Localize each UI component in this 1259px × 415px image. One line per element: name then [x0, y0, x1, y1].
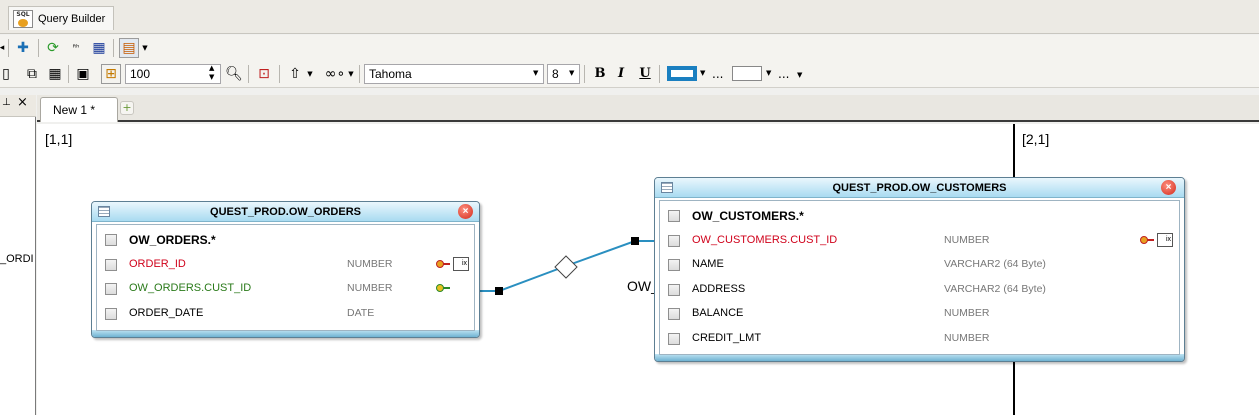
- column-name: NAME: [692, 258, 724, 270]
- table-link-icon[interactable]: ix: [453, 257, 469, 271]
- column-checkbox[interactable]: [668, 259, 680, 271]
- column-type: NUMBER: [347, 282, 393, 294]
- primary-key-icon: [1140, 236, 1154, 244]
- column-row[interactable]: OW_ORDERS.*: [97, 229, 474, 253]
- column-checkbox[interactable]: [668, 210, 680, 222]
- table-title: QUEST_PROD.OW_ORDERS: [210, 206, 361, 218]
- table-grid-icon: [98, 206, 110, 217]
- table-frame: [92, 330, 479, 337]
- column-row[interactable]: OW_CUSTOMERS.CUST_ID NUMBER ix: [660, 230, 1179, 254]
- column-name: ORDER_ID: [129, 258, 186, 270]
- column-checkbox[interactable]: [105, 259, 117, 271]
- column-type: DATE: [347, 307, 375, 319]
- column-type: VARCHAR2 (64 Byte): [944, 283, 1046, 295]
- column-type: NUMBER: [347, 258, 393, 270]
- column-checkbox[interactable]: [668, 235, 680, 247]
- column-type: NUMBER: [944, 332, 990, 344]
- table-columns: OW_ORDERS.* ORDER_ID NUMBER ix OW_ORDERS…: [96, 224, 475, 331]
- column-checkbox[interactable]: [668, 284, 680, 296]
- column-checkbox[interactable]: [668, 308, 680, 320]
- column-name: ORDER_DATE: [129, 307, 204, 319]
- join-end-marker[interactable]: [495, 287, 503, 295]
- join-diamond[interactable]: [554, 255, 578, 279]
- column-name: BALANCE: [692, 307, 744, 319]
- primary-key-icon: [436, 260, 450, 268]
- column-row[interactable]: ADDRESS VARCHAR2 (64 Byte): [660, 279, 1179, 303]
- table-box-ow-customers[interactable]: QUEST_PROD.OW_CUSTOMERS × OW_CUSTOMERS.*…: [654, 177, 1185, 362]
- column-type: NUMBER: [944, 307, 990, 319]
- column-type: NUMBER: [944, 234, 990, 246]
- column-name: OW_ORDERS.CUST_ID: [129, 282, 252, 294]
- column-name: OW_CUSTOMERS.*: [692, 209, 804, 223]
- table-grid-icon: [661, 182, 673, 193]
- column-name: OW_CUSTOMERS.CUST_ID: [692, 234, 838, 246]
- table-title: QUEST_PROD.OW_CUSTOMERS: [832, 182, 1007, 194]
- column-row[interactable]: NAME VARCHAR2 (64 Byte): [660, 254, 1179, 278]
- column-row[interactable]: ORDER_DATE DATE: [97, 303, 474, 327]
- join-end-marker[interactable]: [631, 237, 639, 245]
- table-columns: OW_CUSTOMERS.* OW_CUSTOMERS.CUST_ID NUMB…: [659, 200, 1180, 355]
- table-title-bar[interactable]: QUEST_PROD.OW_ORDERS ×: [92, 202, 479, 222]
- column-checkbox[interactable]: [105, 283, 117, 295]
- table-frame: [655, 354, 1184, 361]
- table-title-bar[interactable]: QUEST_PROD.OW_CUSTOMERS ×: [655, 178, 1184, 198]
- column-name: ADDRESS: [692, 283, 746, 295]
- column-row[interactable]: OW_ORDERS.CUST_ID NUMBER: [97, 278, 474, 302]
- column-row[interactable]: CREDIT_LMT NUMBER: [660, 328, 1179, 352]
- column-checkbox[interactable]: [105, 234, 117, 246]
- foreign-key-icon: [436, 284, 450, 292]
- table-link-icon[interactable]: ix: [1157, 233, 1173, 247]
- column-name: OW_ORDERS.*: [129, 233, 216, 247]
- column-name: CREDIT_LMT: [692, 332, 762, 344]
- close-icon[interactable]: ×: [458, 204, 473, 219]
- column-row[interactable]: ORDER_ID NUMBER ix: [97, 254, 474, 278]
- column-checkbox[interactable]: [105, 308, 117, 320]
- column-type: VARCHAR2 (64 Byte): [944, 258, 1046, 270]
- column-checkbox[interactable]: [668, 333, 680, 345]
- close-icon[interactable]: ×: [1161, 180, 1176, 195]
- table-box-ow-orders[interactable]: QUEST_PROD.OW_ORDERS × OW_ORDERS.* ORDER…: [91, 201, 480, 338]
- column-row[interactable]: OW_CUSTOMERS.*: [660, 205, 1179, 229]
- column-row[interactable]: BALANCE NUMBER: [660, 303, 1179, 327]
